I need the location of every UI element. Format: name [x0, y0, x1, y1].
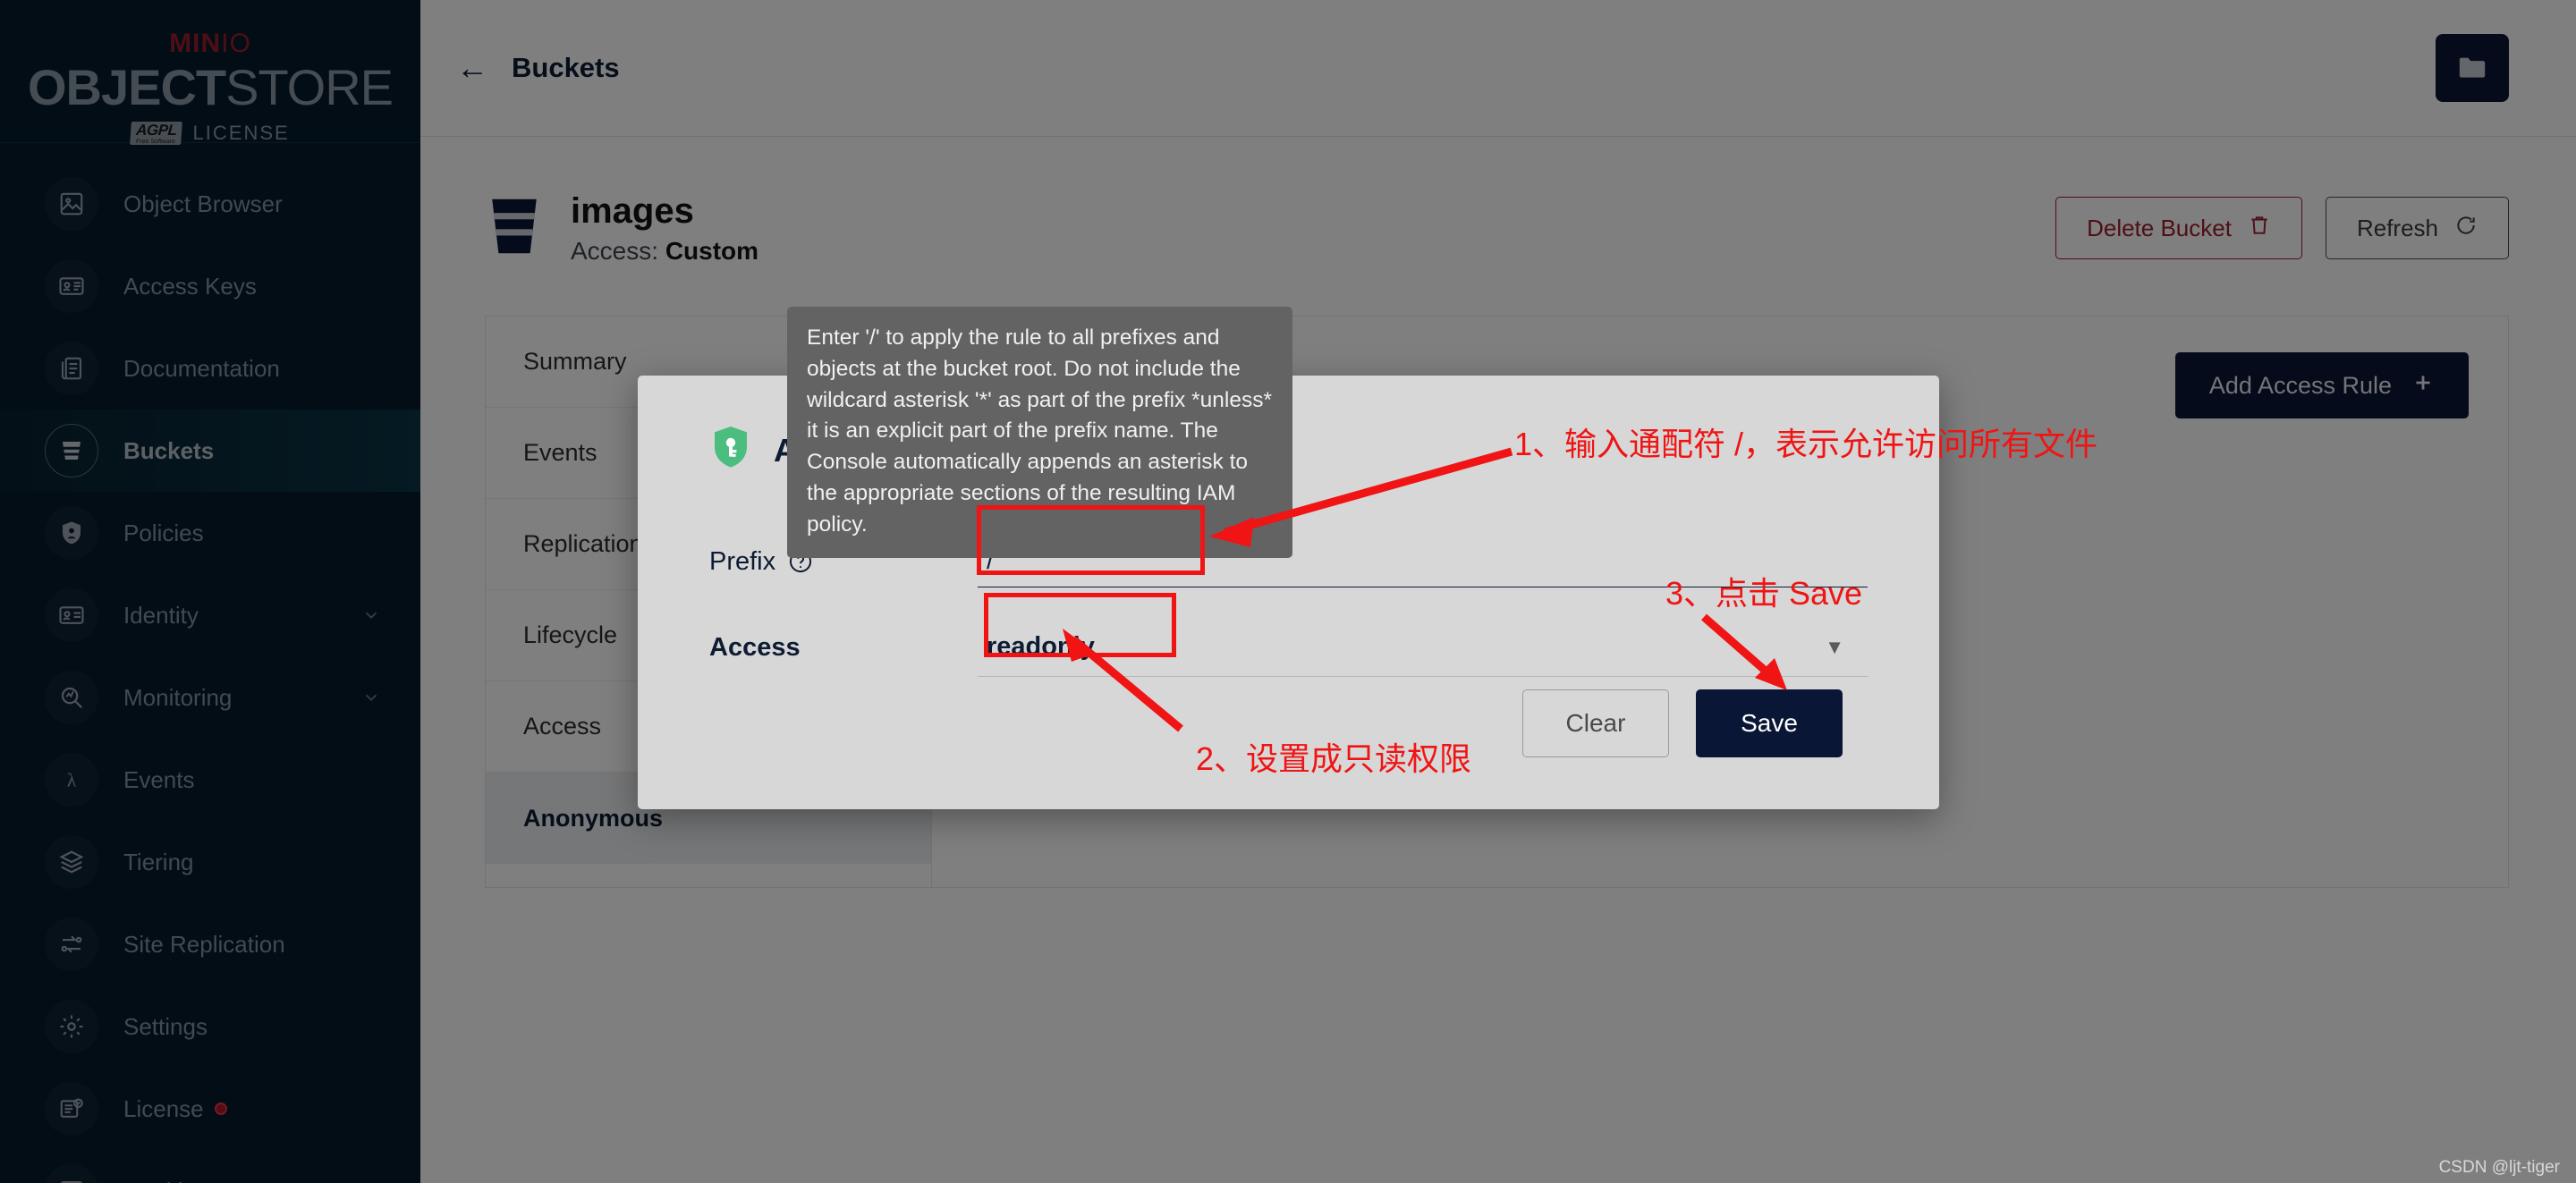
minio-wordmark: MINIO [0, 30, 420, 57]
sidebar-nav: Object Browser Access Keys Documentation [0, 143, 420, 1183]
breadcrumb-buckets[interactable]: Buckets [512, 52, 620, 84]
chevron-down-icon [361, 688, 381, 707]
sidebar-label: Site Replication [123, 930, 285, 958]
tiering-icon [45, 835, 98, 889]
license-word: LICENSE [192, 122, 290, 145]
sidebar-item-tiering[interactable]: Tiering [0, 821, 420, 903]
refresh-label: Refresh [2356, 214, 2438, 241]
sidebar-label: Tiering [123, 848, 194, 875]
dialog-actions: Clear Save [1522, 689, 1843, 757]
events-icon: λ [45, 753, 98, 807]
sidebar-item-monitoring[interactable]: Monitoring [0, 656, 420, 739]
delete-bucket-button[interactable]: Delete Bucket [2055, 197, 2302, 259]
sidebar-item-object-browser[interactable]: Object Browser [0, 163, 420, 245]
sidebar-item-site-replication[interactable]: Site Replication [0, 903, 420, 985]
bucket-access-value: Custom [665, 237, 759, 265]
minio-min: MIN [169, 29, 222, 58]
access-row: Access readonly ▼ [709, 604, 1939, 690]
health-icon [45, 1164, 98, 1183]
sidebar-item-license[interactable]: License [0, 1068, 420, 1150]
trash-icon [2248, 214, 2271, 243]
prefix-label: Prefix [709, 546, 776, 576]
site-replication-icon [45, 917, 98, 971]
sidebar-item-access-keys[interactable]: Access Keys [0, 245, 420, 327]
sidebar-label: Object Browser [123, 190, 283, 217]
tab-label: Events [523, 439, 597, 466]
agpl-subtext: Free Software [136, 138, 176, 145]
sidebar-item-health[interactable]: Health [0, 1150, 420, 1183]
tab-label: Lifecycle [523, 621, 618, 648]
watermark: CSDN @ljt-tiger [2438, 1158, 2560, 1177]
chevron-down-icon: ▼ [1825, 635, 1844, 658]
wordmark-store: STORE [225, 59, 394, 115]
svg-text:λ: λ [67, 770, 77, 791]
sidebar-label: Monitoring [123, 683, 233, 711]
sidebar-label: Access Keys [123, 272, 257, 300]
access-keys-icon [45, 259, 98, 313]
sidebar-item-policies[interactable]: Policies [0, 492, 420, 574]
sidebar-label: Health [123, 1178, 191, 1183]
plus-icon [2411, 371, 2435, 401]
wordmark-object: OBJECT [27, 59, 226, 115]
tab-label: Summary [523, 348, 627, 375]
sidebar-label: Events [123, 765, 195, 793]
object-browser-icon [45, 177, 98, 231]
sidebar-label: Identity [123, 601, 199, 629]
add-access-rule-label: Add Access Rule [2208, 371, 2392, 399]
sidebar-item-buckets[interactable]: Buckets [0, 410, 420, 492]
sidebar-item-events[interactable]: λ Events [0, 739, 420, 821]
sidebar: MINIO OBJECTSTORE AGPL Free Software LIC… [0, 0, 420, 1183]
identity-icon [45, 588, 98, 642]
tab-label: Access [523, 713, 602, 739]
tab-label: Replication [523, 530, 643, 557]
clear-button[interactable]: Clear [1522, 689, 1669, 757]
refresh-icon [2454, 214, 2478, 243]
chevron-down-icon [361, 605, 381, 625]
bucket-header: images Access: Custom Delete Bucket Refr… [485, 190, 2509, 266]
folder-icon-button[interactable] [2436, 34, 2509, 102]
sidebar-label: Buckets [123, 436, 215, 464]
access-field-wrap: readonly ▼ [978, 618, 1939, 677]
bucket-large-icon [485, 193, 544, 264]
sidebar-label: Policies [123, 519, 204, 546]
policies-icon [45, 506, 98, 560]
bucket-title-block: images Access: Custom [571, 190, 758, 266]
top-bar: ← Buckets [420, 0, 2576, 137]
bucket-access-label: Access: [571, 237, 659, 265]
documentation-icon [45, 342, 98, 395]
delete-bucket-label: Delete Bucket [2087, 214, 2232, 241]
access-label: Access [709, 632, 801, 662]
bucket-icon [45, 424, 98, 477]
sidebar-item-settings[interactable]: Settings [0, 985, 420, 1068]
app-root: MINIO OBJECTSTORE AGPL Free Software LIC… [0, 0, 2576, 1183]
arrow-left-icon[interactable]: ← [456, 52, 488, 84]
minio-io: IO [221, 29, 251, 58]
sidebar-item-identity[interactable]: Identity [0, 574, 420, 656]
brand-logo: MINIO OBJECTSTORE AGPL Free Software LIC… [0, 0, 420, 146]
access-select-value: readonly [987, 632, 1095, 661]
monitoring-icon [45, 671, 98, 724]
agpl-badge: AGPL Free Software [130, 122, 183, 146]
sidebar-label: Settings [123, 1012, 208, 1040]
sidebar-item-documentation[interactable]: Documentation [0, 327, 420, 410]
license-status-dot [214, 1103, 227, 1115]
sidebar-label: License [123, 1094, 204, 1122]
save-button[interactable]: Save [1696, 689, 1843, 757]
page-title: images [571, 191, 694, 231]
shield-key-icon [709, 425, 752, 476]
sidebar-label: Documentation [123, 354, 280, 382]
license-badge-row: AGPL Free Software LICENSE [0, 122, 420, 146]
license-icon [45, 1082, 98, 1136]
bucket-access-line: Access: Custom [571, 237, 758, 266]
access-select[interactable]: readonly ▼ [978, 618, 1868, 677]
refresh-button[interactable]: Refresh [2325, 197, 2509, 259]
bucket-actions: Delete Bucket Refresh [2055, 197, 2509, 259]
add-access-rule-button[interactable]: Add Access Rule [2174, 352, 2469, 418]
prefix-tooltip: Enter '/' to apply the rule to all prefi… [787, 307, 1292, 559]
object-store-wordmark: OBJECTSTORE [0, 63, 420, 113]
settings-icon [45, 1000, 98, 1053]
agpl-text: AGPL [135, 122, 178, 139]
